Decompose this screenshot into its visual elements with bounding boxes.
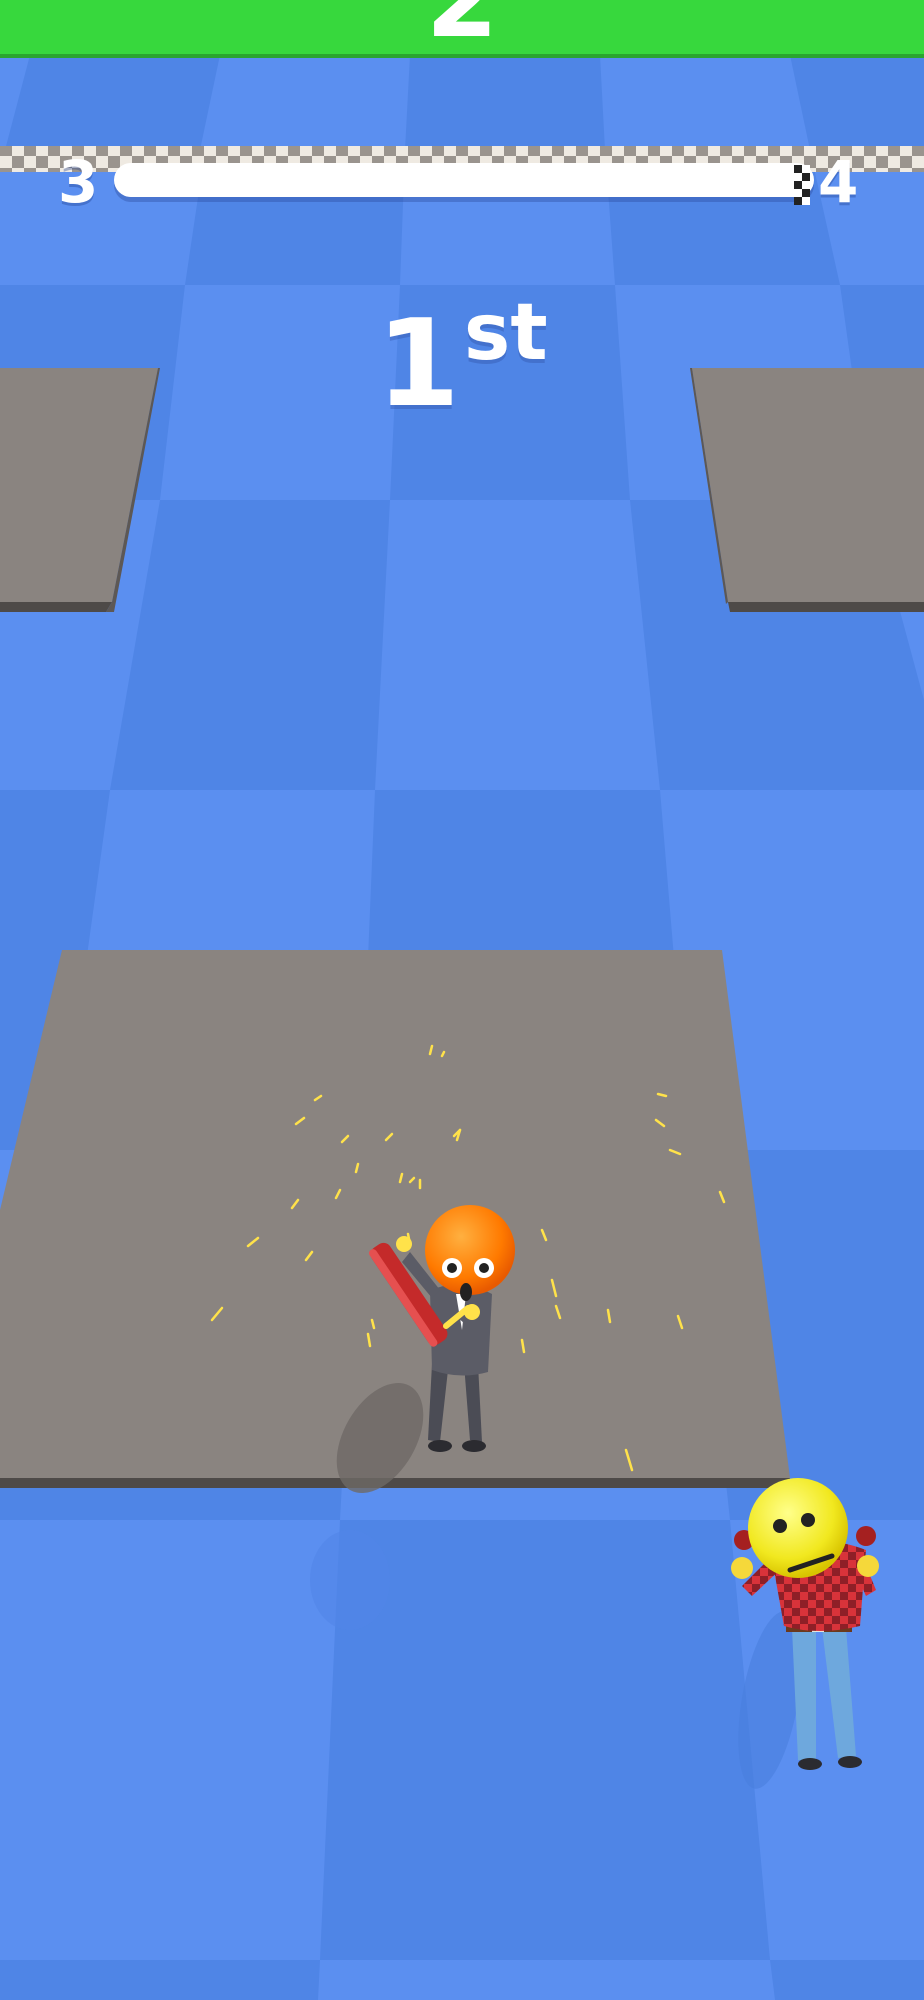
finish-flag-icon <box>794 165 810 205</box>
rank-number: 1 <box>376 295 460 434</box>
banner-number: 2 <box>0 0 924 52</box>
rank-suffix: st <box>463 288 548 378</box>
progress-track <box>114 163 814 197</box>
next-level-label: 4 <box>818 148 859 216</box>
top-banner: 2 <box>0 0 924 58</box>
level-progress: 3 4 <box>0 135 924 215</box>
rank-label: 1st <box>0 268 924 430</box>
current-level-label: 3 <box>58 148 99 216</box>
